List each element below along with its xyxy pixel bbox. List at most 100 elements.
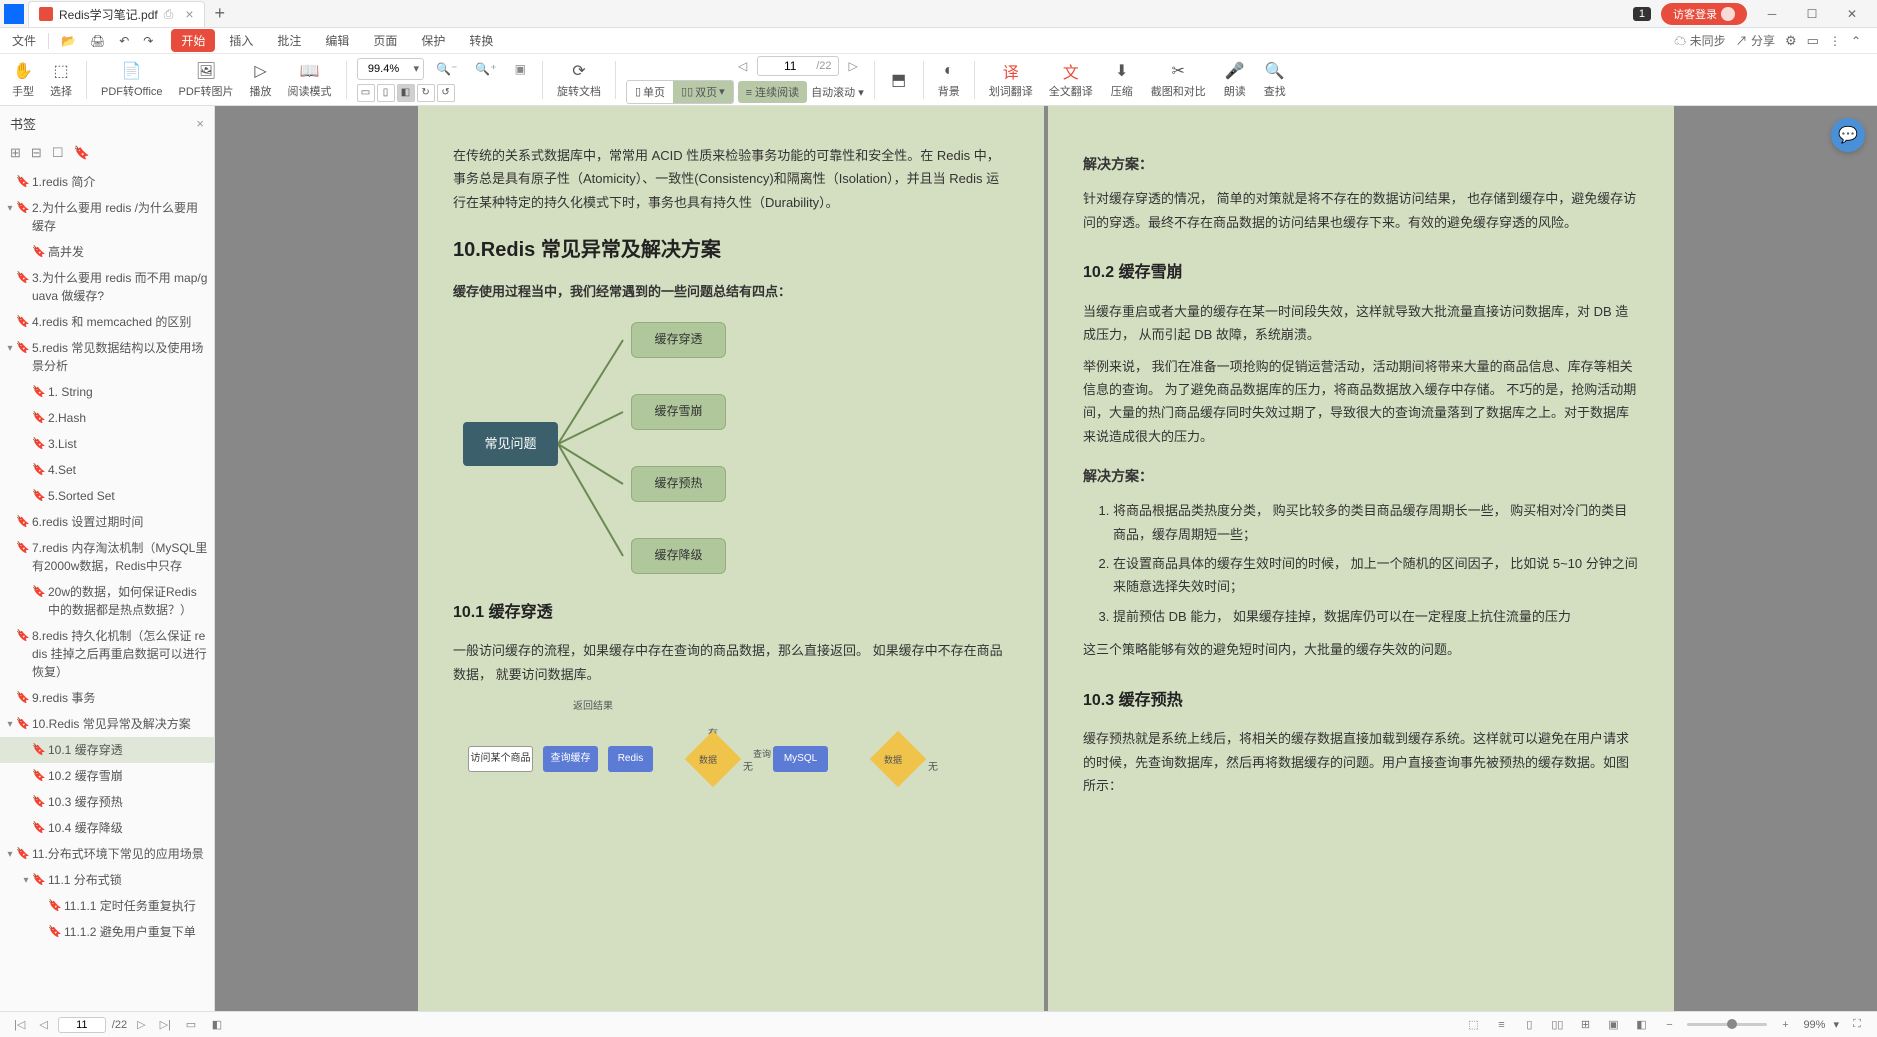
auto-scroll[interactable]: 自动滚动 ▾ (811, 84, 864, 100)
status-page-input[interactable] (58, 1017, 106, 1033)
compare-button[interactable]: ✂截图和对比 (1147, 59, 1210, 101)
bookmark-item[interactable]: 🔖3.为什么要用 redis 而不用 map/guava 做缓存? (0, 265, 214, 309)
read-aloud[interactable]: 🎤朗读 (1220, 59, 1250, 101)
bookmark-item[interactable]: 🔖11.1.2 避免用户重复下单 (0, 919, 214, 945)
bookmark-item[interactable]: ▾🔖11.分布式环境下常见的应用场景 (0, 841, 214, 867)
bookmark-item[interactable]: 🔖5.Sorted Set (0, 483, 214, 509)
bookmark-item[interactable]: 🔖1. String (0, 379, 214, 405)
view-mode-2[interactable]: ▯ (377, 84, 395, 102)
zoom-in-sb[interactable]: + (1775, 1019, 1795, 1031)
zoom-out-icon[interactable]: 🔍⁻ (430, 62, 463, 76)
fullscreen-icon[interactable]: ⛶ (1847, 1018, 1867, 1031)
view-3-icon[interactable]: ▯ (1519, 1018, 1539, 1031)
bookmark-item[interactable]: ▾🔖10.Redis 常见异常及解决方案 (0, 711, 214, 737)
guest-login-button[interactable]: 访客登录 (1661, 3, 1747, 25)
share-button[interactable]: ↗ 分享 (1736, 32, 1775, 49)
zoom-dropdown-sb[interactable]: ▾ (1833, 1018, 1839, 1031)
floating-help-icon[interactable]: 💬 (1831, 118, 1865, 152)
document-tab[interactable]: Redis学习笔记.pdf ⎙ × (28, 1, 205, 27)
tab-start[interactable]: 开始 (171, 29, 215, 52)
zoom-input[interactable] (358, 63, 410, 75)
rotate-doc[interactable]: ⟳旋转文档 (553, 59, 605, 101)
zoom-in-icon[interactable]: 🔍⁺ (469, 62, 502, 76)
bookmark-item[interactable]: 🔖10.4 缓存降级 (0, 815, 214, 841)
settings-icon[interactable]: ⚙ (1785, 33, 1797, 49)
bookmark-item[interactable]: 🔖高并发 (0, 239, 214, 265)
view-7-icon[interactable]: ◧ (1631, 1018, 1651, 1031)
minimize-button[interactable]: ─ (1757, 7, 1787, 21)
bookmark-item[interactable]: 🔖4.redis 和 memcached 的区别 (0, 309, 214, 335)
bookmark-item[interactable]: 🔖10.3 缓存预热 (0, 789, 214, 815)
zoom-dropdown-icon[interactable]: ▾ (410, 62, 424, 75)
crop-tool[interactable]: ⬒ (885, 68, 913, 92)
zoom-combo[interactable]: ▾ (357, 58, 425, 80)
open-icon[interactable]: 📂 (55, 31, 82, 51)
zoom-slider[interactable] (1687, 1023, 1767, 1026)
first-page-icon[interactable]: |◁ (10, 1018, 29, 1031)
status-icon-2[interactable]: ◧ (207, 1018, 227, 1031)
fit-page-icon[interactable]: ▣ (509, 62, 532, 76)
view-1-icon[interactable]: ⬚ (1463, 1018, 1483, 1031)
pdf-to-image[interactable]: 🖼PDF转图片 (175, 59, 238, 101)
tab-pin-icon[interactable]: ⎙ (164, 7, 174, 22)
tab-edit[interactable]: 编辑 (315, 29, 359, 52)
sb-tool-3[interactable]: ☐ (52, 145, 64, 161)
play-button[interactable]: ▷播放 (246, 59, 276, 101)
view-5-icon[interactable]: ⊞ (1575, 1018, 1595, 1031)
sb-tool-1[interactable]: ⊞ (10, 145, 21, 161)
bookmark-item[interactable]: 🔖2.Hash (0, 405, 214, 431)
continuous-read[interactable]: ≡ 连续阅读 (738, 81, 807, 103)
fulltext-translate[interactable]: 文全文翻译 (1045, 59, 1097, 101)
view-2-icon[interactable]: ≡ (1491, 1019, 1511, 1031)
bookmark-item[interactable]: 🔖11.1.1 定时任务重复执行 (0, 893, 214, 919)
tab-protect[interactable]: 保护 (411, 29, 455, 52)
document-viewport[interactable]: 💬 在传统的关系式数据库中，常常用 ACID 性质来检验事务功能的可靠性和安全性… (215, 106, 1877, 1011)
tab-annotate[interactable]: 批注 (267, 29, 311, 52)
bookmark-item[interactable]: 🔖6.redis 设置过期时间 (0, 509, 214, 535)
new-tab-button[interactable]: + (215, 3, 226, 24)
close-button[interactable]: ✕ (1837, 7, 1867, 21)
bookmark-item[interactable]: 🔖20w的数据，如何保证Redis中的数据都是热点数据？） (0, 579, 214, 623)
zoom-out-sb[interactable]: − (1659, 1019, 1679, 1031)
view-mode-1[interactable]: ▭ (357, 84, 375, 102)
prev-page-icon[interactable]: ◁ (732, 59, 753, 73)
bookmark-item[interactable]: 🔖1.redis 简介 (0, 169, 214, 195)
collapse-ribbon-icon[interactable]: ⌃ (1851, 34, 1861, 48)
sb-tool-2[interactable]: ⊟ (31, 145, 42, 161)
redo-icon[interactable]: ↷ (137, 31, 159, 51)
bookmark-item[interactable]: ▾🔖5.redis 常见数据结构以及使用场景分析 (0, 335, 214, 379)
bookmark-item[interactable]: 🔖3.List (0, 431, 214, 457)
view-6-icon[interactable]: ▣ (1603, 1018, 1623, 1031)
more-icon[interactable]: ⋮ (1829, 34, 1841, 48)
bookmark-item[interactable]: ▾🔖2.为什么要用 redis /为什么要用缓存 (0, 195, 214, 239)
double-page-mode[interactable]: ▯▯ 双页 ▾ (673, 81, 733, 103)
save-icon[interactable]: 🖨 (84, 31, 111, 51)
bookmark-item[interactable]: ▾🔖11.1 分布式锁 (0, 867, 214, 893)
next-page-icon-sb[interactable]: ▷ (133, 1018, 149, 1031)
sidebar-close-icon[interactable]: × (196, 116, 204, 131)
tab-page[interactable]: 页面 (363, 29, 407, 52)
prev-page-icon-sb[interactable]: ◁ (35, 1018, 51, 1031)
pdf-to-office[interactable]: 📄PDF转Office (97, 59, 167, 101)
file-menu[interactable]: 文件 (6, 29, 42, 52)
bookmark-item[interactable]: 🔖10.2 缓存雪崩 (0, 763, 214, 789)
view-mode-4[interactable]: ↻ (417, 84, 435, 102)
screen-icon[interactable]: ▭ (1807, 33, 1819, 49)
tab-convert[interactable]: 转换 (459, 29, 503, 52)
read-mode-button[interactable]: 📖阅读模式 (284, 59, 336, 101)
undo-icon[interactable]: ↶ (113, 31, 135, 51)
find-button[interactable]: 🔍查找 (1260, 59, 1290, 101)
view-mode-5[interactable]: ↺ (437, 84, 455, 102)
bookmark-item[interactable]: 🔖4.Set (0, 457, 214, 483)
single-page-mode[interactable]: ▯ 单页 (627, 81, 673, 103)
view-4-icon[interactable]: ▯▯ (1547, 1018, 1567, 1031)
word-translate[interactable]: 译划词翻译 (985, 59, 1037, 101)
bookmark-item[interactable]: 🔖10.1 缓存穿透 (0, 737, 214, 763)
tab-insert[interactable]: 插入 (219, 29, 263, 52)
maximize-button[interactable]: ☐ (1797, 7, 1827, 21)
background-menu[interactable]: ◐背景 (934, 59, 964, 101)
bookmark-item[interactable]: 🔖8.redis 持久化机制（怎么保证 redis 挂掉之后再重启数据可以进行恢… (0, 623, 214, 685)
page-number-box[interactable]: /22 (757, 56, 838, 76)
sync-status[interactable]: ☁ 未同步 (1674, 32, 1725, 49)
bookmark-item[interactable]: 🔖9.redis 事务 (0, 685, 214, 711)
